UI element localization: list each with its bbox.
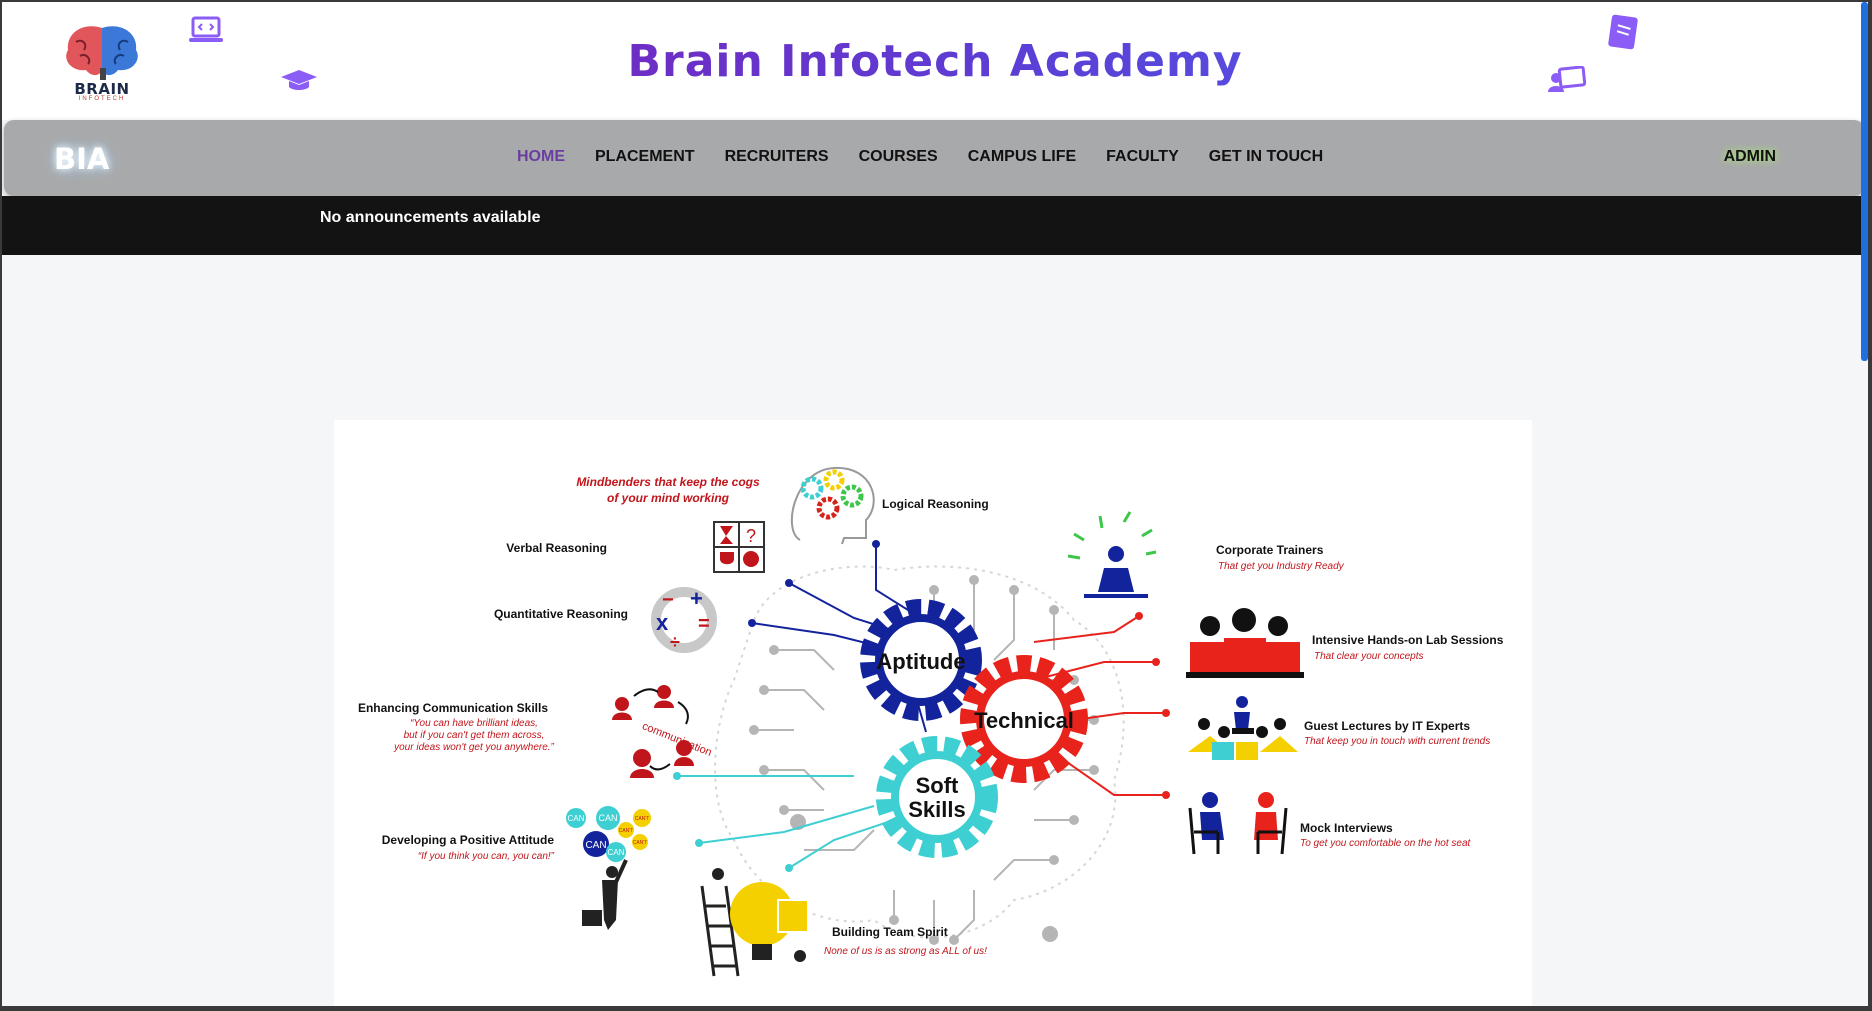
- communication-quote-line1: “You can have brilliant ideas,: [410, 718, 538, 729]
- announcement-bar: No announcements available: [2, 196, 1868, 255]
- svg-text:CAN'T: CAN'T: [633, 840, 648, 846]
- infographic-card: Aptitude Technical Soft Skills Mindbende…: [334, 420, 1532, 1006]
- nav-home[interactable]: HOME: [517, 148, 565, 166]
- nav-campus-life[interactable]: CAMPUS LIFE: [968, 148, 1076, 166]
- can-bubbles-icon: CAN CAN CAN CAN CAN'T CAN'T CAN'T: [566, 806, 651, 930]
- nav-recruiters[interactable]: RECRUITERS: [725, 148, 829, 166]
- team-spirit-quote: None of us is as strong as ALL of us!: [824, 946, 987, 957]
- team-spirit-icon: [700, 868, 809, 977]
- svg-text:CAN: CAN: [608, 848, 625, 857]
- communication-quote-line2: but if you can't get them across,: [404, 730, 545, 741]
- svg-text:+: +: [690, 586, 703, 611]
- browser-viewport: BRAIN INFOTECH Brain Infotech Academy BI…: [2, 2, 1868, 1006]
- quantitative-reasoning-label: Quantitative Reasoning: [494, 607, 628, 621]
- lab-sessions-title: Intensive Hands-on Lab Sessions: [1312, 633, 1504, 647]
- guest-lectures-sub: That keep you in touch with current tren…: [1304, 736, 1490, 747]
- nav-placement[interactable]: PLACEMENT: [595, 148, 695, 166]
- technical-gear: Technical: [960, 655, 1088, 783]
- nav-courses[interactable]: COURSES: [859, 148, 938, 166]
- svg-text:CAN'T: CAN'T: [635, 816, 650, 822]
- aptitude-gear: Aptitude: [860, 599, 982, 721]
- math-symbols-icon: x + = ÷ −: [651, 586, 717, 653]
- svg-text:CAN: CAN: [598, 813, 617, 823]
- guest-lectures-title: Guest Lectures by IT Experts: [1304, 719, 1470, 733]
- corporate-trainer-icon: [1067, 511, 1157, 598]
- verbal-puzzle-icon: ?: [713, 521, 765, 573]
- positive-attitude-quote: “If you think you can, you can!”: [418, 851, 555, 862]
- main-navbar: BIA HOME PLACEMENT RECRUITERS COURSES CA…: [4, 120, 1864, 196]
- svg-text:÷: ÷: [670, 632, 680, 652]
- training-infographic: Aptitude Technical Soft Skills Mindbende…: [358, 466, 1504, 977]
- verbal-reasoning-label: Verbal Reasoning: [506, 541, 607, 555]
- mock-interviews-title: Mock Interviews: [1300, 821, 1393, 835]
- lab-session-icon: [1186, 608, 1304, 678]
- aptitude-label: Aptitude: [876, 649, 965, 674]
- svg-text:CAN: CAN: [585, 840, 606, 851]
- svg-text:x: x: [656, 610, 669, 635]
- corporate-trainers-title: Corporate Trainers: [1216, 543, 1324, 557]
- brand-logo-text[interactable]: BIA: [54, 142, 109, 176]
- communication-people-icon: communication: [612, 685, 713, 778]
- lab-sessions-sub: That clear your concepts: [1314, 651, 1424, 662]
- svg-text:?: ?: [746, 526, 756, 546]
- soft-label: Soft: [916, 773, 959, 798]
- nav-faculty[interactable]: FACULTY: [1106, 148, 1179, 166]
- svg-text:CAN: CAN: [568, 814, 585, 823]
- mock-interviews-sub: To get you comfortable on the hot seat: [1300, 838, 1472, 849]
- svg-text:−: −: [662, 589, 674, 611]
- communication-word: communication: [640, 720, 713, 759]
- nav-get-in-touch[interactable]: GET IN TOUCH: [1209, 148, 1323, 166]
- announcement-text: No announcements available: [320, 209, 541, 226]
- svg-text:=: =: [698, 613, 710, 635]
- logo-subtext: INFOTECH: [78, 96, 126, 102]
- communication-title: Enhancing Communication Skills: [358, 701, 548, 715]
- mock-interview-icon: [1188, 792, 1288, 855]
- communication-quote-line3: your ideas won't get you anywhere.”: [393, 742, 554, 753]
- admin-link[interactable]: ADMIN: [1724, 148, 1776, 166]
- team-spirit-title: Building Team Spirit: [832, 925, 948, 939]
- skills-label: Skills: [908, 797, 965, 822]
- site-title: Brain Infotech Academy: [2, 36, 1868, 87]
- head-gears-icon: [790, 466, 875, 545]
- technical-label: Technical: [974, 708, 1074, 733]
- mindbenders-line1: Mindbenders that keep the cogs: [576, 475, 760, 489]
- nav-links: HOME PLACEMENT RECRUITERS COURSES CAMPUS…: [517, 148, 1353, 166]
- soft-skills-gear: Soft Skills: [876, 736, 998, 858]
- site-header: BRAIN INFOTECH Brain Infotech Academy: [2, 2, 1868, 120]
- svg-text:CAN'T: CAN'T: [619, 828, 634, 834]
- guest-lecture-icon: [1188, 696, 1298, 760]
- scrollbar-thumb[interactable]: [1861, 2, 1868, 361]
- positive-attitude-title: Developing a Positive Attitude: [382, 833, 555, 847]
- logical-reasoning-label: Logical Reasoning: [882, 497, 989, 511]
- mindbenders-line2: of your mind working: [607, 491, 730, 505]
- corporate-trainers-sub: That get you Industry Ready: [1218, 561, 1345, 572]
